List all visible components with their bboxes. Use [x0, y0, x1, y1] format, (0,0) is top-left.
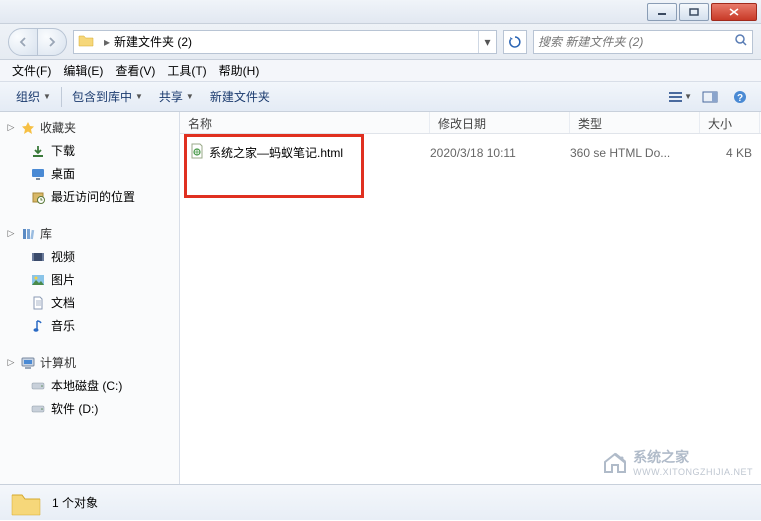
nav-forward-button[interactable]	[37, 28, 67, 56]
view-options-button[interactable]: ▼	[667, 86, 693, 108]
maximize-button[interactable]	[679, 3, 709, 21]
computer-icon	[20, 355, 36, 371]
include-in-library-button[interactable]: 包含到库中▼	[64, 84, 151, 109]
organize-button[interactable]: 组织▼	[8, 84, 59, 109]
html-file-icon	[190, 143, 204, 162]
sidebar-item-documents[interactable]: 文档	[0, 291, 179, 314]
file-type: 360 se HTML Do...	[570, 146, 700, 160]
search-input[interactable]	[538, 35, 734, 49]
breadcrumb-folder[interactable]: 新建文件夹 (2)	[114, 33, 192, 50]
watermark: 系统之家 WWW.XITONGZHIJIA.NET	[601, 447, 753, 477]
preview-pane-button[interactable]	[697, 86, 723, 108]
menu-edit[interactable]: 编辑(E)	[57, 60, 109, 81]
main-area: ▷收藏夹 下载 桌面 最近访问的位置 ▷库 视频 图片 文档 音乐 ▷计算机 本…	[0, 112, 761, 484]
navigation-bar: ▸ 新建文件夹 (2) ▾	[0, 24, 761, 60]
col-name[interactable]: 名称	[180, 112, 430, 133]
address-bar[interactable]: ▸ 新建文件夹 (2) ▾	[73, 30, 497, 54]
file-row[interactable]: 系统之家—蚂蚁笔记.html 2020/3/18 10:11 360 se HT…	[180, 140, 761, 165]
download-icon	[30, 143, 46, 159]
sidebar-item-desktop[interactable]: 桌面	[0, 162, 179, 185]
sidebar-item-pictures[interactable]: 图片	[0, 268, 179, 291]
sidebar-favorites[interactable]: ▷收藏夹	[0, 116, 179, 139]
drive-icon	[30, 378, 46, 394]
titlebar	[0, 0, 761, 24]
toolbar: 组织▼ 包含到库中▼ 共享▼ 新建文件夹 ▼ ?	[0, 82, 761, 112]
sidebar-item-drive-d[interactable]: 软件 (D:)	[0, 397, 179, 420]
minimize-button[interactable]	[647, 3, 677, 21]
menu-view[interactable]: 查看(V)	[109, 60, 161, 81]
recent-icon	[30, 189, 46, 205]
desktop-icon	[30, 166, 46, 182]
menu-tools[interactable]: 工具(T)	[161, 60, 212, 81]
sidebar-item-drive-c[interactable]: 本地磁盘 (C:)	[0, 374, 179, 397]
video-icon	[30, 249, 46, 265]
file-size: 4 KB	[700, 146, 760, 160]
col-type[interactable]: 类型	[570, 112, 700, 133]
nav-back-button[interactable]	[8, 28, 38, 56]
new-folder-button[interactable]: 新建文件夹	[202, 84, 278, 109]
sidebar-item-music[interactable]: 音乐	[0, 314, 179, 337]
file-list[interactable]: 系统之家—蚂蚁笔记.html 2020/3/18 10:11 360 se HT…	[180, 134, 761, 484]
svg-text:?: ?	[737, 93, 743, 104]
close-button[interactable]	[711, 3, 757, 21]
sidebar-libraries[interactable]: ▷库	[0, 222, 179, 245]
col-date[interactable]: 修改日期	[430, 112, 570, 133]
search-box[interactable]	[533, 30, 753, 54]
column-headers: 名称 修改日期 类型 大小	[180, 112, 761, 134]
drive-icon	[30, 401, 46, 417]
file-name: 系统之家—蚂蚁笔记.html	[209, 144, 343, 161]
library-icon	[20, 226, 36, 242]
sidebar-item-recent[interactable]: 最近访问的位置	[0, 185, 179, 208]
folder-icon	[78, 33, 96, 51]
status-bar: 1 个对象	[0, 484, 761, 520]
search-icon	[734, 33, 748, 50]
music-icon	[30, 318, 46, 334]
col-size[interactable]: 大小	[700, 112, 760, 133]
document-icon	[30, 295, 46, 311]
file-list-pane: 名称 修改日期 类型 大小 系统之家—蚂蚁笔记.html 2020/3/18 1…	[180, 112, 761, 484]
navigation-pane: ▷收藏夹 下载 桌面 最近访问的位置 ▷库 视频 图片 文档 音乐 ▷计算机 本…	[0, 112, 180, 484]
menu-file[interactable]: 文件(F)	[6, 60, 57, 81]
file-date: 2020/3/18 10:11	[430, 146, 570, 160]
sidebar-computer[interactable]: ▷计算机	[0, 351, 179, 374]
folder-icon	[10, 489, 42, 517]
status-text: 1 个对象	[52, 494, 98, 511]
chevron-right-icon: ▸	[100, 35, 114, 49]
sidebar-item-videos[interactable]: 视频	[0, 245, 179, 268]
share-button[interactable]: 共享▼	[151, 84, 202, 109]
menu-help[interactable]: 帮助(H)	[213, 60, 266, 81]
sidebar-item-downloads[interactable]: 下载	[0, 139, 179, 162]
address-dropdown-button[interactable]: ▾	[478, 31, 496, 53]
menu-bar: 文件(F) 编辑(E) 查看(V) 工具(T) 帮助(H)	[0, 60, 761, 82]
star-icon	[20, 120, 36, 136]
picture-icon	[30, 272, 46, 288]
refresh-button[interactable]	[503, 30, 527, 54]
help-button[interactable]: ?	[727, 86, 753, 108]
